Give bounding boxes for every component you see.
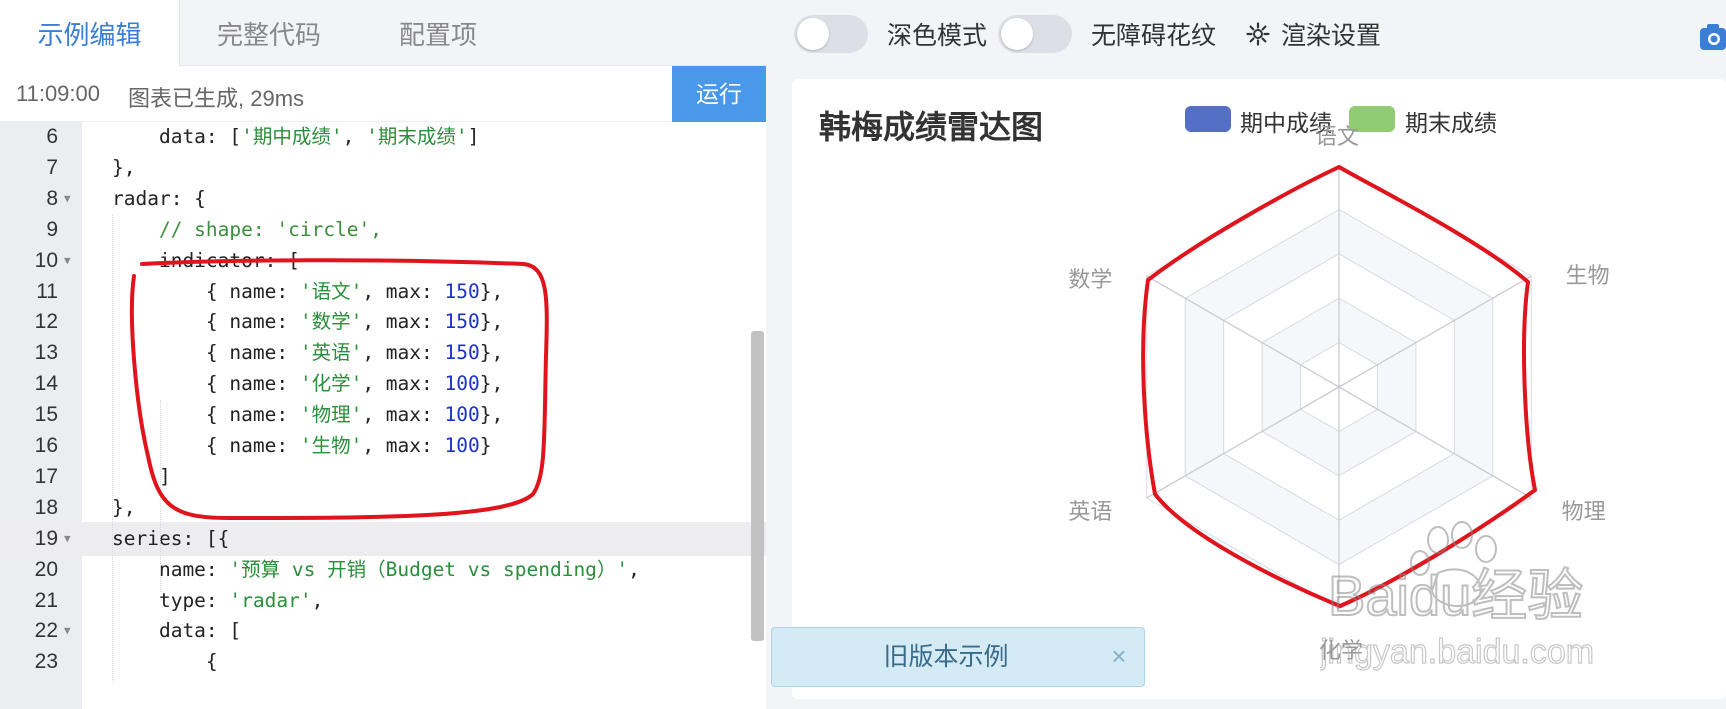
line-number: 20 [34,557,58,581]
code-line[interactable]: 13 { name: '英语', max: 150}, [0,336,766,370]
line-text: name: '预算 vs 开销（Budget vs spending）', [112,557,640,581]
line-text: data: ['期中成绩', '期末成绩'] [112,125,480,148]
line-number: 11 [36,279,58,303]
line-number: 23 [34,650,58,674]
editor-scrollbar[interactable] [751,331,764,641]
line-text: }, [112,155,136,179]
editor-panel: 示例编辑 完整代码 配置项 11:09:00 图表已生成, 29ms 运行 6 … [0,0,766,709]
code-line[interactable]: 11 { name: '语文', max: 150}, [0,275,766,309]
indicator-label: 生物 [1565,263,1610,288]
run-button[interactable]: 运行 [672,66,766,122]
a11y-pattern-toggle[interactable] [998,15,1072,53]
editor-tabs: 示例编辑 完整代码 配置项 [0,0,766,67]
legend-label-final[interactable]: 期末成绩 [1405,104,1497,138]
line-number: 6 [46,125,58,148]
line-number: 21 [34,588,58,612]
tab-config[interactable]: 配置项 [358,0,518,66]
code-line[interactable]: 22 ▼ data: [ [0,614,766,648]
line-text: series: [{ [112,526,230,550]
line-text: type: 'radar', [112,588,324,612]
code-line[interactable]: 20 name: '预算 vs 开销（Budget vs spending）', [0,553,766,587]
line-number: 10 [34,248,58,272]
old-version-banner: 旧版本示例 × [771,627,1145,687]
code-line[interactable]: 6 data: ['期中成绩', '期末成绩'] [0,122,766,154]
toggle-knob [797,18,829,50]
chart-card [792,79,1726,699]
close-icon[interactable]: × [1102,638,1136,674]
line-text: { name: '物理', max: 100}, [112,403,504,427]
line-number: 16 [34,434,58,457]
line-number: 19 [34,526,58,550]
code-editor[interactable]: 6 data: ['期中成绩', '期末成绩'] 7}, 8 ▼ radar: {9 /… [0,122,766,709]
line-text: { name: '化学', max: 100}, [112,372,504,396]
status-time: 11:09:00 [16,81,101,106]
dark-mode-toggle[interactable] [794,15,868,53]
line-number: 14 [34,372,58,396]
line-number: 18 [34,495,58,519]
line-number: 9 [46,217,58,241]
indicator-label: 语文 [1315,124,1360,149]
code-line[interactable]: 16 { name: '生物', max: 100} [0,429,766,463]
line-number: 15 [34,403,58,427]
indicator-label: 英语 [1068,499,1113,524]
render-settings-button[interactable]: 渲染设置 [1281,16,1381,52]
line-text: // shape: 'circle', [112,217,383,241]
legend-swatch-midterm[interactable] [1185,106,1231,132]
a11y-pattern-label: 无障碍花纹 [1091,22,1217,50]
tab-example-edit[interactable]: 示例编辑 [0,0,180,67]
fold-arrow-icon[interactable]: ▼ [64,522,71,556]
indicator-label: 数学 [1068,267,1113,292]
code-line[interactable]: 10 ▼ indicator: [ [0,244,766,278]
code-line[interactable]: 9 // shape: 'circle', [0,213,766,247]
line-text: { name: '语文', max: 150}, [112,279,504,303]
line-text: ] [112,464,171,488]
fold-arrow-icon[interactable]: ▼ [64,614,71,648]
chart-title: 韩梅成绩雷达图 [819,109,1044,145]
line-text: }, [112,495,136,519]
editor-statusbar: 11:09:00 图表已生成, 29ms 运行 [0,66,766,122]
indicator-label: 物理 [1561,499,1606,524]
code-line[interactable]: 12 { name: '数学', max: 150}, [0,305,766,339]
code-line[interactable]: 21 type: 'radar', [0,584,766,618]
line-number: 13 [34,341,58,365]
old-version-example-link[interactable]: 旧版本示例 [772,628,1120,686]
indent-guide [160,400,161,592]
fold-arrow-icon[interactable]: ▼ [64,182,71,216]
code-line[interactable]: 14 { name: '化学', max: 100}, [0,367,766,401]
line-number: 8 [46,186,58,210]
line-number: 7 [46,155,58,179]
code-line[interactable]: 17 ] [0,460,766,494]
code-line[interactable]: 19 ▼ series: [{ [0,521,766,556]
line-text: { name: '数学', max: 150}, [112,310,504,334]
code-line[interactable]: 15 { name: '物理', max: 100}, [0,398,766,432]
line-number: 17 [34,464,58,488]
code-line[interactable]: 7}, [0,151,766,185]
gear-icon[interactable] [1246,22,1270,46]
camera-icon[interactable] [1700,20,1726,54]
line-text: indicator: [ [112,248,300,272]
toggle-knob [1001,18,1033,50]
line-text: { name: '生物', max: 100} [112,434,492,457]
code-line[interactable]: 23 { [0,645,766,679]
line-text: data: [ [112,619,242,643]
code-line[interactable]: 18}, [0,491,766,525]
line-number: 12 [34,310,58,334]
line-text: radar: { [112,186,206,210]
fold-arrow-icon[interactable]: ▼ [64,244,71,278]
line-text: { [112,650,218,674]
indent-guide [112,215,113,682]
code-line[interactable]: 8 ▼ radar: { [0,182,766,216]
tab-full-code[interactable]: 完整代码 [180,0,358,66]
indicator-label: 化学 [1319,638,1364,663]
radar-chart [1146,164,1532,610]
line-number: 22 [34,619,58,643]
dark-mode-label: 深色模式 [887,22,988,50]
status-message: 图表已生成, 29ms [128,86,305,111]
line-text: { name: '英语', max: 150}, [112,341,504,365]
